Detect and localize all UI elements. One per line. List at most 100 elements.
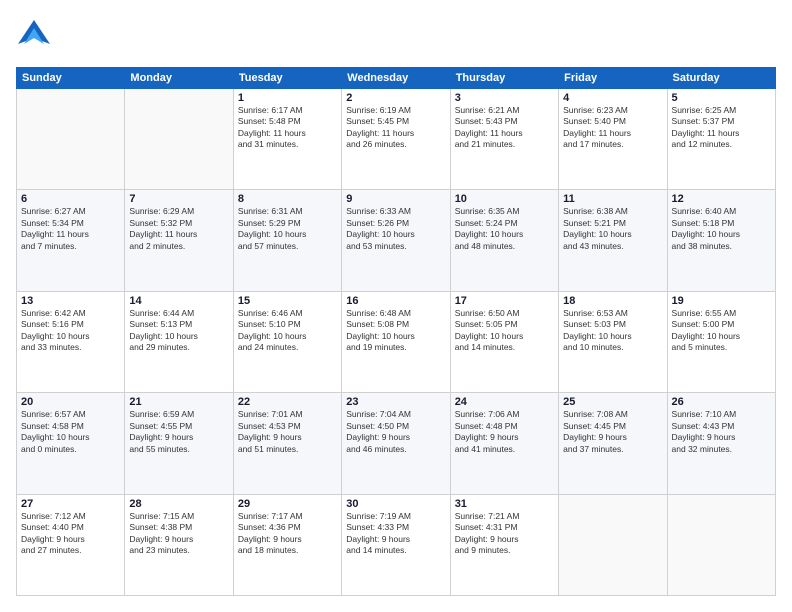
calendar-cell: 15Sunrise: 6:46 AMSunset: 5:10 PMDayligh… [233,291,341,392]
calendar-cell: 6Sunrise: 6:27 AMSunset: 5:34 PMDaylight… [17,190,125,291]
day-number: 28 [129,498,228,510]
calendar-cell: 29Sunrise: 7:17 AMSunset: 4:36 PMDayligh… [233,494,341,595]
calendar-cell: 10Sunrise: 6:35 AMSunset: 5:24 PMDayligh… [450,190,558,291]
day-number: 17 [455,295,554,307]
day-info: Sunrise: 6:42 AMSunset: 5:16 PMDaylight:… [21,308,120,354]
day-number: 16 [346,295,445,307]
day-number: 1 [238,92,337,104]
day-number: 23 [346,396,445,408]
weekday-header-thursday: Thursday [450,68,558,89]
header [16,16,776,57]
day-number: 20 [21,396,120,408]
calendar-cell: 19Sunrise: 6:55 AMSunset: 5:00 PMDayligh… [667,291,775,392]
day-info: Sunrise: 6:40 AMSunset: 5:18 PMDaylight:… [672,206,771,252]
logo [16,16,56,57]
day-info: Sunrise: 6:38 AMSunset: 5:21 PMDaylight:… [563,206,662,252]
day-info: Sunrise: 7:08 AMSunset: 4:45 PMDaylight:… [563,409,662,455]
calendar-cell: 28Sunrise: 7:15 AMSunset: 4:38 PMDayligh… [125,494,233,595]
weekday-header-sunday: Sunday [17,68,125,89]
day-info: Sunrise: 6:57 AMSunset: 4:58 PMDaylight:… [21,409,120,455]
day-info: Sunrise: 6:35 AMSunset: 5:24 PMDaylight:… [455,206,554,252]
day-info: Sunrise: 6:44 AMSunset: 5:13 PMDaylight:… [129,308,228,354]
day-number: 31 [455,498,554,510]
calendar-cell: 22Sunrise: 7:01 AMSunset: 4:53 PMDayligh… [233,393,341,494]
calendar-cell: 5Sunrise: 6:25 AMSunset: 5:37 PMDaylight… [667,89,775,190]
day-number: 3 [455,92,554,104]
day-number: 30 [346,498,445,510]
calendar-cell: 13Sunrise: 6:42 AMSunset: 5:16 PMDayligh… [17,291,125,392]
day-info: Sunrise: 6:33 AMSunset: 5:26 PMDaylight:… [346,206,445,252]
day-info: Sunrise: 6:48 AMSunset: 5:08 PMDaylight:… [346,308,445,354]
day-number: 8 [238,193,337,205]
day-number: 12 [672,193,771,205]
day-info: Sunrise: 7:04 AMSunset: 4:50 PMDaylight:… [346,409,445,455]
calendar-cell [667,494,775,595]
day-number: 24 [455,396,554,408]
day-info: Sunrise: 6:17 AMSunset: 5:48 PMDaylight:… [238,105,337,151]
day-info: Sunrise: 6:55 AMSunset: 5:00 PMDaylight:… [672,308,771,354]
day-info: Sunrise: 6:50 AMSunset: 5:05 PMDaylight:… [455,308,554,354]
weekday-header-monday: Monday [125,68,233,89]
day-info: Sunrise: 7:10 AMSunset: 4:43 PMDaylight:… [672,409,771,455]
day-info: Sunrise: 7:19 AMSunset: 4:33 PMDaylight:… [346,511,445,557]
calendar-cell: 27Sunrise: 7:12 AMSunset: 4:40 PMDayligh… [17,494,125,595]
day-info: Sunrise: 7:21 AMSunset: 4:31 PMDaylight:… [455,511,554,557]
weekday-header-wednesday: Wednesday [342,68,450,89]
calendar-cell: 16Sunrise: 6:48 AMSunset: 5:08 PMDayligh… [342,291,450,392]
day-info: Sunrise: 6:25 AMSunset: 5:37 PMDaylight:… [672,105,771,151]
day-number: 29 [238,498,337,510]
logo-icon [16,16,52,57]
day-number: 15 [238,295,337,307]
calendar-cell: 14Sunrise: 6:44 AMSunset: 5:13 PMDayligh… [125,291,233,392]
calendar-cell: 2Sunrise: 6:19 AMSunset: 5:45 PMDaylight… [342,89,450,190]
calendar-cell [559,494,667,595]
day-number: 4 [563,92,662,104]
day-number: 27 [21,498,120,510]
calendar-week-row: 27Sunrise: 7:12 AMSunset: 4:40 PMDayligh… [17,494,776,595]
day-info: Sunrise: 6:19 AMSunset: 5:45 PMDaylight:… [346,105,445,151]
calendar-cell: 8Sunrise: 6:31 AMSunset: 5:29 PMDaylight… [233,190,341,291]
day-number: 7 [129,193,228,205]
day-number: 18 [563,295,662,307]
calendar-cell: 25Sunrise: 7:08 AMSunset: 4:45 PMDayligh… [559,393,667,494]
day-info: Sunrise: 7:06 AMSunset: 4:48 PMDaylight:… [455,409,554,455]
calendar-cell: 20Sunrise: 6:57 AMSunset: 4:58 PMDayligh… [17,393,125,494]
calendar-cell: 21Sunrise: 6:59 AMSunset: 4:55 PMDayligh… [125,393,233,494]
day-number: 9 [346,193,445,205]
calendar-cell: 31Sunrise: 7:21 AMSunset: 4:31 PMDayligh… [450,494,558,595]
day-number: 26 [672,396,771,408]
calendar-cell: 11Sunrise: 6:38 AMSunset: 5:21 PMDayligh… [559,190,667,291]
day-number: 6 [21,193,120,205]
day-info: Sunrise: 6:59 AMSunset: 4:55 PMDaylight:… [129,409,228,455]
day-info: Sunrise: 6:27 AMSunset: 5:34 PMDaylight:… [21,206,120,252]
calendar-cell: 12Sunrise: 6:40 AMSunset: 5:18 PMDayligh… [667,190,775,291]
weekday-header-tuesday: Tuesday [233,68,341,89]
calendar-week-row: 13Sunrise: 6:42 AMSunset: 5:16 PMDayligh… [17,291,776,392]
calendar-week-row: 6Sunrise: 6:27 AMSunset: 5:34 PMDaylight… [17,190,776,291]
day-number: 2 [346,92,445,104]
day-info: Sunrise: 6:46 AMSunset: 5:10 PMDaylight:… [238,308,337,354]
day-info: Sunrise: 6:21 AMSunset: 5:43 PMDaylight:… [455,105,554,151]
calendar-cell: 9Sunrise: 6:33 AMSunset: 5:26 PMDaylight… [342,190,450,291]
calendar-cell: 1Sunrise: 6:17 AMSunset: 5:48 PMDaylight… [233,89,341,190]
weekday-header-saturday: Saturday [667,68,775,89]
calendar-cell: 30Sunrise: 7:19 AMSunset: 4:33 PMDayligh… [342,494,450,595]
day-number: 11 [563,193,662,205]
day-number: 10 [455,193,554,205]
day-info: Sunrise: 7:15 AMSunset: 4:38 PMDaylight:… [129,511,228,557]
weekday-header-row: SundayMondayTuesdayWednesdayThursdayFrid… [17,68,776,89]
day-number: 5 [672,92,771,104]
calendar-cell: 4Sunrise: 6:23 AMSunset: 5:40 PMDaylight… [559,89,667,190]
calendar-cell [125,89,233,190]
day-info: Sunrise: 6:29 AMSunset: 5:32 PMDaylight:… [129,206,228,252]
calendar-cell: 26Sunrise: 7:10 AMSunset: 4:43 PMDayligh… [667,393,775,494]
calendar-week-row: 20Sunrise: 6:57 AMSunset: 4:58 PMDayligh… [17,393,776,494]
calendar-cell: 7Sunrise: 6:29 AMSunset: 5:32 PMDaylight… [125,190,233,291]
day-info: Sunrise: 7:01 AMSunset: 4:53 PMDaylight:… [238,409,337,455]
day-number: 25 [563,396,662,408]
calendar-cell: 18Sunrise: 6:53 AMSunset: 5:03 PMDayligh… [559,291,667,392]
page: SundayMondayTuesdayWednesdayThursdayFrid… [0,0,792,612]
calendar-cell: 24Sunrise: 7:06 AMSunset: 4:48 PMDayligh… [450,393,558,494]
calendar-cell: 3Sunrise: 6:21 AMSunset: 5:43 PMDaylight… [450,89,558,190]
calendar-table: SundayMondayTuesdayWednesdayThursdayFrid… [16,67,776,596]
